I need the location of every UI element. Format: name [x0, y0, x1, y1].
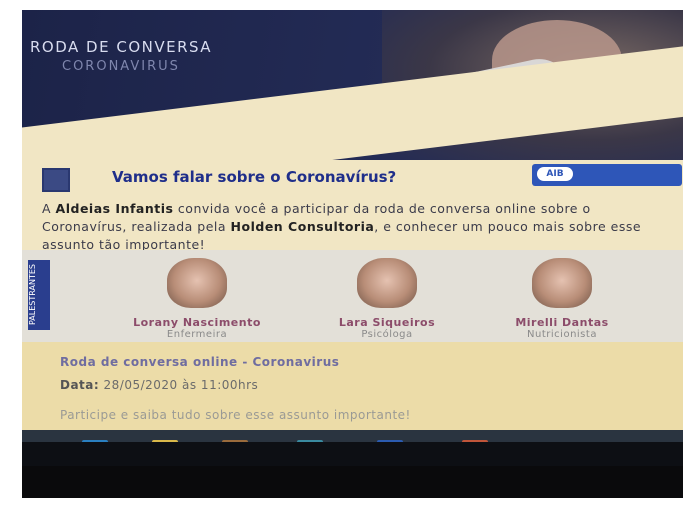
speaker-name: Lara Siqueiros	[338, 316, 436, 329]
speaker-avatar	[532, 258, 592, 308]
screen: RODA DE CONVERSA CORONAVIRUS Vamos falar…	[22, 10, 683, 442]
intro-partner: Holden Consultoria	[230, 219, 375, 234]
photo: RODA DE CONVERSA CORONAVIRUS Vamos falar…	[0, 0, 686, 513]
monitor-frame: RODA DE CONVERSA CORONAVIRUS Vamos falar…	[22, 10, 683, 498]
speaker-role: Nutricionista	[527, 329, 597, 340]
intro-part1: A	[42, 201, 56, 216]
section-heading-row: Vamos falar sobre o Coronavírus? AIB	[42, 164, 682, 194]
banner-title: RODA DE CONVERSA	[30, 38, 213, 56]
intro-paragraph: A Aldeias Infantis convida você a partic…	[42, 200, 672, 254]
event-footer: Participe e saiba tudo sobre esse assunt…	[60, 408, 411, 422]
event-title: Roda de conversa online - Coronavirus	[60, 355, 340, 369]
browser-icon[interactable]	[462, 440, 488, 442]
event-date-value: 28/05/2020 às 11:00hrs	[103, 378, 259, 392]
mail-icon[interactable]	[297, 440, 323, 442]
speaker-card: Lorany Nascimento Enfermeira	[122, 258, 272, 340]
edge-icon[interactable]	[82, 440, 108, 442]
word-icon[interactable]	[377, 440, 403, 442]
logo-badge: AIB	[537, 167, 573, 181]
speaker-card: Lara Siqueiros Psicóloga	[312, 258, 462, 340]
event-date: Data: 28/05/2020 às 11:00hrs	[60, 378, 258, 392]
speaker-name: Mirelli Dantas	[515, 316, 609, 329]
speaker-name: Lorany Nascimento	[133, 316, 261, 329]
monitor-bezel	[22, 466, 683, 498]
speaker-avatar	[167, 258, 227, 308]
intro-org: Aldeias Infantis	[55, 201, 174, 216]
speakers-tab: PALESTRANTES	[28, 260, 50, 330]
event-date-label: Data:	[60, 378, 100, 392]
speaker-avatar	[357, 258, 417, 308]
banner-subtitle: CORONAVIRUS	[62, 59, 180, 74]
section-heading: Vamos falar sobre o Coronavírus?	[112, 168, 397, 186]
chat-icon	[42, 168, 70, 192]
speaker-role: Psicóloga	[361, 329, 413, 340]
organization-logo: AIB	[532, 164, 682, 186]
store-icon[interactable]	[222, 440, 248, 442]
speaker-role: Enfermeira	[166, 329, 228, 340]
folder-icon[interactable]	[152, 440, 178, 442]
taskbar	[22, 430, 683, 442]
speaker-card: Mirelli Dantas Nutricionista	[487, 258, 637, 340]
